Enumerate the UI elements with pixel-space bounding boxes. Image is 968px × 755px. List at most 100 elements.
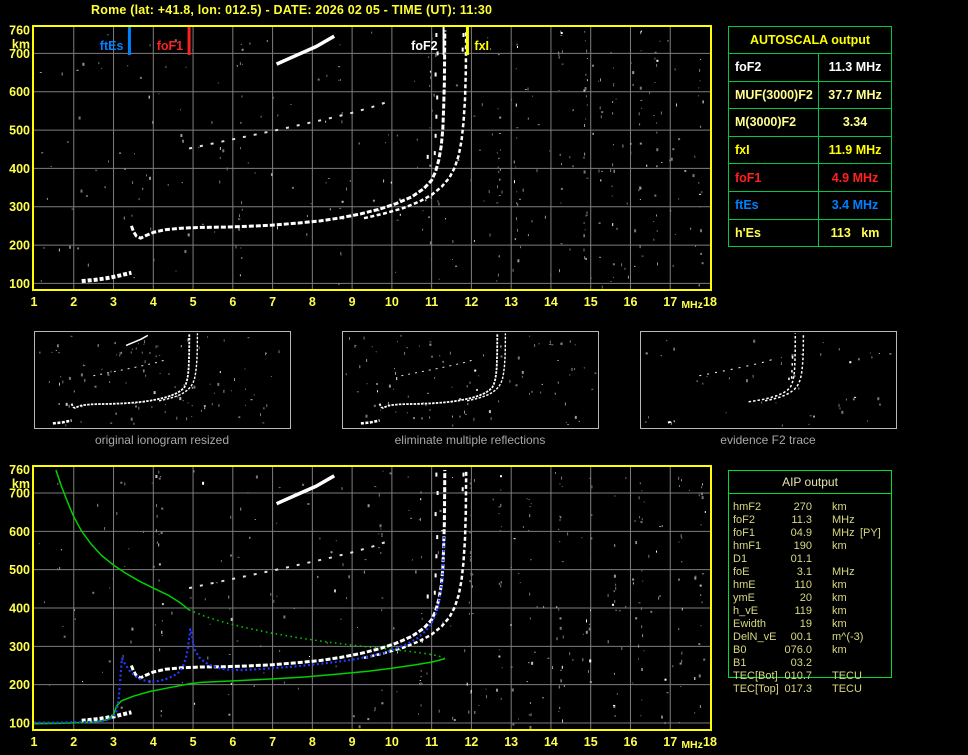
parameter-value: 11.3 — [791, 514, 812, 526]
parameter-unit: MHz — [832, 566, 855, 578]
parameter-label: foF1 — [729, 164, 819, 191]
parameter-value: 3.1 — [796, 566, 812, 578]
svg-text:200: 200 — [9, 678, 30, 692]
parameter-label: h'Es — [729, 219, 819, 247]
aip-table-divider — [728, 493, 892, 494]
aip-table-row: hmF2 270 km — [728, 501, 892, 514]
parameter-value: 119 — [794, 605, 812, 617]
svg-text:2: 2 — [70, 735, 77, 749]
aip-table-row: foE 3.1 MHz — [728, 566, 892, 579]
svg-text:300: 300 — [9, 200, 30, 214]
svg-text:600: 600 — [9, 525, 30, 539]
svg-text:16: 16 — [624, 735, 638, 749]
svg-text:6: 6 — [229, 295, 236, 309]
autoscala-table-row: M(3000)F2 3.34 — [729, 108, 891, 136]
parameter-value: 19 — [799, 618, 812, 630]
svg-text:3: 3 — [110, 735, 117, 749]
svg-text:400: 400 — [9, 162, 30, 176]
svg-text:12: 12 — [464, 735, 478, 749]
svg-text:760: 760 — [9, 23, 30, 37]
aip-table-row: hmF1 190 km — [728, 540, 892, 553]
autoscala-table-row: MUF(3000)F2 37.7 MHz — [729, 80, 891, 109]
aip-table-row: B1 03.2 — [728, 657, 892, 670]
svg-text:17: 17 — [663, 295, 677, 309]
svg-text:100: 100 — [9, 277, 30, 291]
svg-text:100: 100 — [9, 717, 30, 731]
parameter-unit: TECU — [832, 670, 862, 682]
parameter-value: 11.3 MHz — [828, 60, 882, 75]
aip-table-row: TEC[Top] 017.3 TECU — [728, 683, 892, 696]
parameter-label: M(3000)F2 — [729, 109, 819, 136]
svg-text:600: 600 — [9, 85, 30, 99]
svg-text:9: 9 — [349, 735, 356, 749]
svg-text:700: 700 — [9, 47, 30, 61]
svg-text:10: 10 — [385, 295, 399, 309]
parameter-value: 010.7 — [784, 670, 812, 682]
parameter-value: 37.7 MHz — [828, 87, 882, 102]
aip-table-row: DelN_vE 00.1 m^(-3) — [728, 631, 892, 644]
autoscala-table-row: foF2 11.3 MHz — [729, 53, 891, 81]
svg-text:12: 12 — [464, 295, 478, 309]
svg-text:6: 6 — [229, 735, 236, 749]
autoscala-table-title: AUTOSCALA output — [749, 33, 871, 47]
svg-text:11: 11 — [425, 735, 438, 749]
parameter-label: D1 — [733, 553, 748, 565]
svg-text:200: 200 — [9, 239, 30, 253]
parameter-value: 00.1 — [790, 631, 812, 643]
svg-text:4: 4 — [150, 295, 157, 309]
autoscala-output-table: AUTOSCALA output foF2 11.3 MHz MUF(3000)F2… — [728, 26, 892, 248]
parameter-value: 01.1 — [790, 553, 812, 565]
aip-table-row: D1 01.1 — [728, 553, 892, 566]
svg-text:7: 7 — [269, 295, 276, 309]
thumbnail-filtered-ionogram — [342, 331, 599, 429]
parameter-value: 20 — [799, 592, 812, 604]
parameter-value: 11.9 MHz — [828, 143, 882, 158]
parameter-unit: km — [832, 540, 847, 552]
autoscala-table-row: h'Es 113 km — [729, 218, 891, 247]
parameter-value: 110 — [794, 579, 812, 591]
parameter-unit: m^(-3) — [832, 631, 864, 643]
autoscala-app-window: Rome (lat: +41.8, lon: 012.5) - DATE: 20… — [0, 0, 968, 755]
aip-table-rows: hmF2 270 km foF2 11.3 MHz foF1 04.9 MHz [PY] hmF1 1… — [728, 501, 892, 696]
svg-text:2: 2 — [70, 295, 77, 309]
parameter-unit: km — [832, 644, 847, 656]
parameter-unit: [PY] — [860, 527, 881, 539]
parameter-value: 4.9 MHz — [831, 170, 879, 185]
parameter-value: 270 — [793, 501, 812, 513]
parameter-label: ftEs — [729, 191, 819, 219]
bottom-profile-plot: 760km7006005004003002001001 2 3 4 5 6 7 8 9 10 11 1… — [9, 463, 717, 751]
aip-table-row: foF1 04.9 MHz [PY] — [728, 527, 892, 540]
svg-text:5: 5 — [190, 295, 197, 309]
svg-text:3: 3 — [110, 295, 117, 309]
parameter-unit: km — [832, 605, 847, 617]
parameter-value: 3.34 — [842, 115, 868, 130]
parameter-value: 04.9 — [790, 527, 812, 539]
svg-text:ftEs: ftEs — [100, 39, 124, 53]
svg-text:foF1: foF1 — [157, 39, 183, 53]
svg-text:MHz: MHz — [681, 299, 703, 311]
svg-text:16: 16 — [624, 295, 638, 309]
top-ionogram-plot: ftEs foF1 foF2 fxI760km70060050040030020010… — [9, 23, 717, 311]
svg-text:8: 8 — [309, 735, 316, 749]
svg-text:18: 18 — [703, 295, 717, 309]
svg-text:4: 4 — [150, 735, 157, 749]
parameter-label: MUF(3000)F2 — [729, 81, 819, 109]
parameter-unit: MHz — [832, 527, 855, 539]
svg-text:foF2: foF2 — [411, 39, 437, 53]
svg-text:500: 500 — [9, 563, 30, 577]
aip-table-row: TEC[Bot] 010.7 TECU — [728, 670, 892, 683]
parameter-unit: TECU — [832, 683, 862, 695]
autoscala-table-rows: foF2 11.3 MHz MUF(3000)F2 37.7 MHz M(3000)F2… — [729, 53, 891, 247]
aip-table-row: hmE 110 km — [728, 579, 892, 592]
svg-text:400: 400 — [9, 602, 30, 616]
aip-table-row: ymE 20 km — [728, 592, 892, 605]
parameter-value: 03.2 — [790, 657, 812, 669]
parameter-label: fxI — [729, 136, 819, 164]
autoscala-table-row: fxI 11.9 MHz — [729, 135, 891, 164]
thumbnail-caption: evidence F2 trace — [720, 433, 816, 447]
parameter-unit: MHz — [832, 514, 855, 526]
thumbnail-caption: eliminate multiple reflections — [394, 433, 546, 447]
svg-text:8: 8 — [309, 295, 316, 309]
parameter-unit: km — [832, 618, 847, 630]
aip-table-row: h_vE 119 km — [728, 605, 892, 618]
